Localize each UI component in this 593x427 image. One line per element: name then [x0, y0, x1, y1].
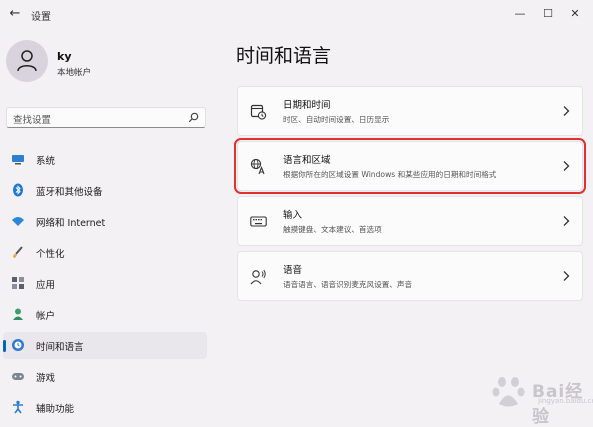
gamepad-icon — [12, 373, 24, 380]
card-date-time[interactable]: 日期和时间 时区、自动时间设置、日历显示 — [237, 86, 583, 136]
sidebar-item-time-language[interactable]: 时间和语言 — [3, 332, 207, 359]
sidebar-item-gaming[interactable]: 游戏 — [3, 363, 207, 390]
watermark-subtext: jingyan.baidu.com — [538, 397, 593, 405]
sidebar-item-system[interactable]: 系统 — [3, 146, 207, 173]
app-title: 设置 — [31, 12, 51, 23]
card-speech[interactable]: 语音 语音语言、语音识别麦克风设置、声音 — [237, 251, 583, 301]
card-title: 语音 — [283, 265, 303, 276]
person-icon — [13, 308, 23, 320]
sidebar-item-label: 网络和 Internet — [36, 218, 106, 229]
accessibility-icon — [13, 400, 23, 414]
account-type: 本地帐户 — [57, 68, 92, 78]
close-button[interactable]: ✕ — [563, 4, 587, 24]
apps-icon — [12, 277, 24, 289]
speech-icon — [250, 269, 266, 285]
sidebar-item-label: 个性化 — [36, 249, 65, 260]
brush-icon — [13, 246, 23, 258]
sidebar-item-label: 系统 — [36, 156, 56, 167]
back-arrow-icon[interactable]: ← — [6, 5, 24, 23]
display-icon — [12, 155, 24, 165]
card-description: 触摸键盘、文本建议、首选项 — [283, 225, 382, 234]
avatar[interactable] — [6, 40, 48, 82]
sidebar-item-label: 辅助功能 — [36, 404, 75, 415]
sidebar-item-accessibility[interactable]: 辅助功能 — [3, 394, 207, 421]
sidebar-item-label: 帐户 — [36, 311, 56, 322]
chevron-right-icon — [563, 271, 570, 281]
sidebar-item-apps[interactable]: 应用 — [3, 270, 207, 297]
page-title: 时间和语言 — [236, 45, 332, 67]
card-title: 语言和区域 — [283, 155, 331, 166]
search-icon — [188, 112, 199, 123]
search-placeholder: 查找设置 — [13, 115, 52, 126]
watermark: Bai经验 jingyan.baidu.com — [488, 373, 593, 427]
card-description: 语音语言、语音识别麦克风设置、声音 — [283, 280, 413, 289]
card-title: 日期和时间 — [283, 100, 331, 111]
card-description: 根据你所在的区域设置 Windows 和某些应用的日期和时间格式 — [283, 170, 497, 179]
language-icon — [250, 158, 265, 175]
paw-logo-icon — [492, 377, 525, 407]
chevron-right-icon — [563, 106, 570, 116]
card-title: 输入 — [283, 210, 303, 221]
sidebar-item-personalization[interactable]: 个性化 — [3, 239, 207, 266]
sidebar-item-bluetooth[interactable]: 蓝牙和其他设备 — [3, 177, 207, 204]
card-typing[interactable]: 输入 触摸键盘、文本建议、首选项 — [237, 196, 583, 246]
wifi-icon — [12, 217, 24, 226]
sidebar-item-label: 游戏 — [36, 373, 56, 384]
selection-indicator — [3, 340, 6, 352]
calendar-clock-icon — [250, 104, 267, 120]
keyboard-icon — [250, 216, 267, 227]
sidebar-item-label: 应用 — [36, 280, 56, 291]
chevron-right-icon — [563, 161, 570, 171]
sidebar-item-label: 时间和语言 — [36, 342, 84, 353]
minimize-button[interactable]: — — [508, 4, 532, 24]
title-bar: ← 设置 — ☐ ✕ — [0, 0, 593, 30]
sidebar-item-accounts[interactable]: 帐户 — [3, 301, 207, 328]
card-language-region[interactable]: 语言和区域 根据你所在的区域设置 Windows 和某些应用的日期和时间格式 — [234, 138, 586, 194]
user-name: ky — [57, 50, 72, 63]
sidebar-item-network[interactable]: 网络和 Internet — [3, 208, 207, 235]
search-input[interactable]: 查找设置 — [6, 107, 206, 128]
person-icon — [17, 50, 37, 72]
globe-clock-icon — [12, 339, 24, 351]
card-description: 时区、自动时间设置、日历显示 — [283, 115, 390, 124]
chevron-right-icon — [563, 216, 570, 226]
bluetooth-icon — [13, 183, 23, 197]
maximize-button[interactable]: ☐ — [536, 4, 560, 24]
sidebar-item-label: 蓝牙和其他设备 — [36, 187, 103, 198]
